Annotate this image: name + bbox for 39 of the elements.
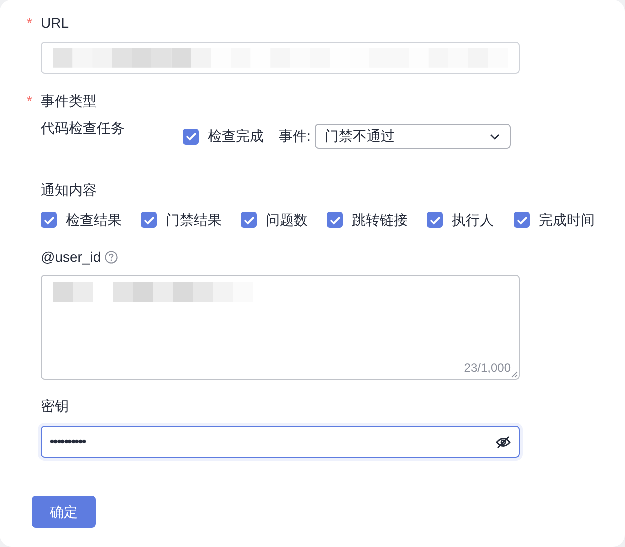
password-field[interactable]: •••••••••• bbox=[41, 426, 520, 458]
help-icon[interactable] bbox=[105, 250, 118, 264]
check-icon bbox=[516, 216, 528, 224]
required-mark: * bbox=[27, 92, 34, 110]
check-icon bbox=[430, 216, 440, 224]
checkbox-label: 问题数 bbox=[266, 210, 308, 230]
check-icon bbox=[244, 216, 254, 224]
checkbox-label: 门禁结果 bbox=[166, 210, 222, 230]
confirm-button[interactable]: 确定 bbox=[32, 496, 96, 528]
checkbox-label: 跳转链接 bbox=[352, 210, 408, 230]
chevron-down-icon bbox=[490, 134, 500, 140]
task-label: 代码检查任务 bbox=[41, 119, 126, 138]
checkbox[interactable] bbox=[41, 212, 57, 228]
checkbox[interactable] bbox=[241, 212, 257, 228]
eye-off-icon[interactable] bbox=[496, 436, 511, 448]
resize-handle-icon[interactable] bbox=[511, 371, 518, 378]
checkbox-label: 完成时间 bbox=[539, 210, 595, 230]
checkbox[interactable] bbox=[427, 212, 443, 228]
event-select[interactable]: 门禁不通过 bbox=[314, 124, 511, 149]
field-label: 事件类型 bbox=[41, 92, 97, 110]
checkbox[interactable] bbox=[514, 212, 530, 228]
field-label: 通知内容 bbox=[41, 181, 98, 200]
checkbox-label: 检查完成 bbox=[208, 127, 264, 146]
checkbox[interactable] bbox=[183, 128, 199, 144]
checkbox-label: 执行人 bbox=[452, 210, 494, 230]
check-icon bbox=[186, 132, 196, 141]
character-counter: 23/1,000 bbox=[464, 360, 511, 377]
check-icon bbox=[330, 216, 340, 224]
check-icon bbox=[144, 216, 154, 224]
field-label: 密钥 bbox=[41, 397, 70, 416]
check-icon bbox=[44, 216, 54, 224]
checkbox[interactable] bbox=[141, 212, 157, 228]
required-mark: * bbox=[27, 14, 34, 32]
field-label: @user_id bbox=[41, 248, 102, 267]
checkbox[interactable] bbox=[327, 212, 343, 228]
checkbox-label: 检查结果 bbox=[66, 210, 122, 230]
event-label: 事件: bbox=[279, 127, 311, 146]
url-field[interactable] bbox=[41, 42, 520, 74]
field-label: URL bbox=[41, 14, 70, 32]
